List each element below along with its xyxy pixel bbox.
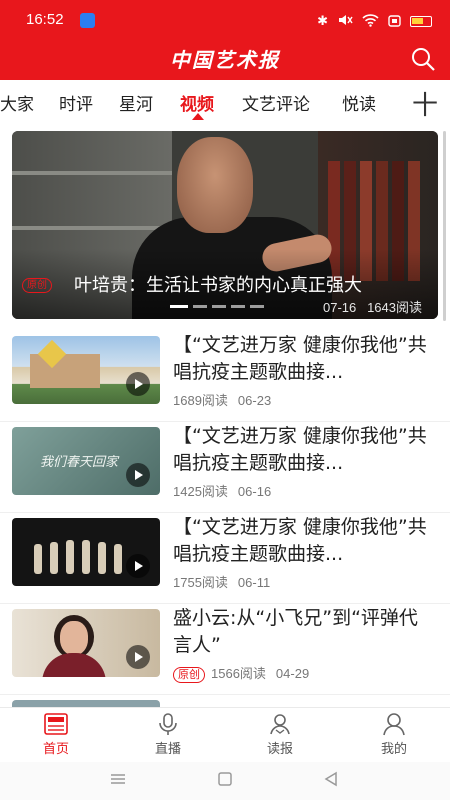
- singer-figure: [82, 540, 90, 574]
- singer-figure: [98, 542, 106, 574]
- nav-reader[interactable]: 读报: [240, 712, 320, 757]
- item-date: 06-23: [237, 393, 272, 408]
- tab-literary-review[interactable]: 文艺评论: [242, 90, 310, 115]
- list-item[interactable]: 盛小云:从“小飞兄”到“评弹代言人” 原创 1566阅读 04-29: [0, 603, 450, 695]
- carousel-dot[interactable]: [212, 305, 226, 308]
- item-title: 【“文艺进万家 健康你我他”共唱抗疫主题歌曲接...: [173, 334, 427, 383]
- system-icons: ✱: [317, 12, 432, 31]
- news-icon: [44, 713, 68, 735]
- nav-label: 首页: [42, 742, 69, 757]
- bottom-navigation: 首页 直播 读报 我的: [0, 707, 450, 762]
- carousel-dots: [170, 305, 264, 308]
- featured-meta: 07-16 1643阅读: [323, 297, 422, 316]
- scrollbar[interactable]: [443, 131, 446, 321]
- item-reads: 1755阅读: [173, 575, 228, 590]
- item-meta: 1755阅读 06-11: [173, 572, 270, 591]
- shelf-line: [12, 171, 172, 175]
- item-reads: 1566阅读: [211, 666, 266, 681]
- wifi-icon: [362, 12, 379, 31]
- featured-title[interactable]: 叶培贵：生活让书家的内心真正强大: [74, 271, 362, 297]
- video-thumbnail: 我们春天回家: [12, 427, 160, 495]
- tab-active-indicator: [192, 113, 204, 120]
- list-item[interactable]: 【“文艺进万家 健康你我他”共唱抗疫主题歌曲接... 1689阅读 06-23: [0, 330, 450, 422]
- mute-icon: [337, 12, 353, 31]
- app-logo: 中国艺术报: [170, 48, 280, 72]
- list-item[interactable]: 【“文艺进万家 健康你我他”共唱抗疫主题歌曲接... 1755阅读 06-11: [0, 512, 450, 604]
- nav-label: 我的: [380, 742, 407, 757]
- nav-home[interactable]: 首页: [16, 712, 96, 757]
- tab-dajia[interactable]: 大家: [0, 90, 34, 115]
- nav-label: 读报: [266, 742, 293, 757]
- list-item-partial[interactable]: [0, 694, 450, 714]
- featured-reads: 1643阅读: [367, 300, 422, 315]
- video-thumbnail: [12, 336, 160, 404]
- tab-yuedu[interactable]: 悦读: [342, 90, 376, 115]
- nav-live[interactable]: 直播: [128, 712, 208, 757]
- carousel-dot[interactable]: [250, 305, 264, 308]
- item-title: 【“文艺进万家 健康你我他”共唱抗疫主题歌曲接...: [173, 516, 427, 565]
- list-item[interactable]: 我们春天回家 【“文艺进万家 健康你我他”共唱抗疫主题歌曲接... 1425阅读…: [0, 421, 450, 513]
- system-navigation-bar: [0, 762, 450, 800]
- building-shape: [30, 354, 100, 388]
- portrait-face: [60, 621, 88, 655]
- add-channel-button[interactable]: 十: [412, 85, 438, 122]
- nav-me[interactable]: 我的: [354, 712, 434, 757]
- play-icon[interactable]: [126, 554, 150, 578]
- person-icon: [383, 713, 405, 736]
- speaker-head: [177, 137, 253, 233]
- bluetooth-icon: ✱: [317, 13, 328, 29]
- singer-figure: [34, 544, 42, 574]
- app-header: 中国艺术报: [0, 40, 450, 80]
- shelf-line: [12, 226, 172, 230]
- microphone-icon: [159, 713, 177, 735]
- item-title: 盛小云:从“小飞兄”到“评弹代言人”: [173, 607, 418, 656]
- back-icon[interactable]: [322, 770, 340, 788]
- carousel-dot[interactable]: [170, 305, 188, 308]
- play-icon[interactable]: [126, 463, 150, 487]
- home-icon[interactable]: [216, 770, 234, 788]
- singer-figure: [66, 540, 74, 574]
- sim-icon: [388, 12, 401, 31]
- item-meta: 1425阅读 06-16: [173, 481, 271, 500]
- item-meta: 原创 1566阅读 04-29: [173, 663, 309, 683]
- featured-video[interactable]: 原创 叶培贵：生活让书家的内心真正强大 07-16 1643阅读: [12, 131, 438, 319]
- play-icon[interactable]: [126, 372, 150, 396]
- battery-icon: [410, 16, 432, 27]
- app-indicator-icon: [80, 13, 95, 28]
- portrait-body: [42, 653, 106, 677]
- item-title: 【“文艺进万家 健康你我他”共唱抗疫主题歌曲接...: [173, 425, 427, 474]
- singer-figure: [50, 542, 58, 574]
- singer-figure: [114, 544, 122, 574]
- item-reads: 1425阅读: [173, 484, 228, 499]
- thumbnail-caption: 我们春天回家: [40, 455, 119, 470]
- carousel-dot[interactable]: [231, 305, 245, 308]
- original-badge: 原创: [173, 667, 205, 683]
- tab-shiping[interactable]: 时评: [59, 90, 93, 115]
- play-icon[interactable]: [126, 645, 150, 669]
- item-date: 04-29: [275, 666, 310, 681]
- carousel-dot[interactable]: [193, 305, 207, 308]
- tab-xinghe[interactable]: 星河: [119, 90, 153, 115]
- menu-icon[interactable]: [109, 770, 127, 788]
- nav-label: 直播: [154, 742, 181, 757]
- item-reads: 1689阅读: [173, 393, 228, 408]
- reader-icon: [270, 714, 290, 735]
- status-bar: 16:52 ✱: [0, 0, 450, 40]
- item-date: 06-16: [237, 484, 272, 499]
- item-date: 06-11: [237, 575, 271, 590]
- status-time: 16:52: [26, 11, 64, 28]
- original-badge: 原创: [22, 278, 52, 293]
- tab-video[interactable]: 视频: [180, 90, 214, 115]
- video-thumbnail: [12, 609, 160, 677]
- item-meta: 1689阅读 06-23: [173, 390, 271, 409]
- search-icon[interactable]: [410, 46, 436, 72]
- video-thumbnail: [12, 518, 160, 586]
- channel-tabs: 大家 时评 星河 视频 文艺评论 悦读 十: [0, 80, 450, 124]
- featured-date: 07-16: [322, 300, 357, 315]
